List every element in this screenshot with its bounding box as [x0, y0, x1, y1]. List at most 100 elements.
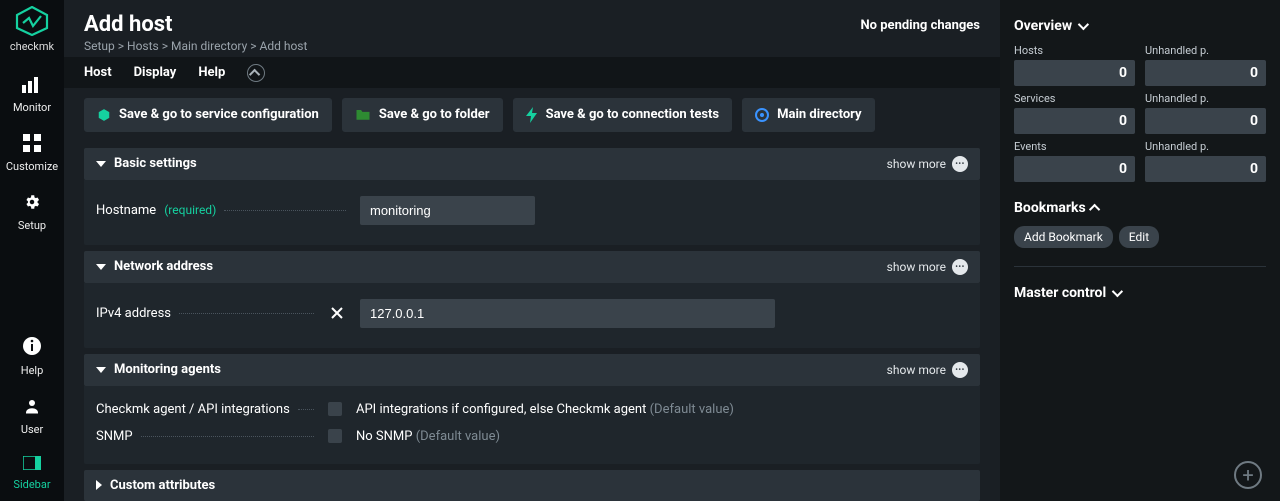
breadcrumb: Setup > Hosts > Main directory > Add hos… — [84, 39, 307, 53]
section-agents-head[interactable]: Monitoring agents show more — [84, 354, 980, 386]
agent-label: Checkmk agent / API integrations — [96, 402, 290, 417]
hostname-label: Hostname — [96, 203, 156, 218]
more-icon — [952, 259, 968, 275]
ov-val-2[interactable]: 0 — [1014, 108, 1135, 134]
hostname-input[interactable] — [360, 196, 535, 225]
row-ipv4: IPv4 address — [96, 293, 968, 334]
bookmarks-title-label: Bookmarks — [1014, 200, 1086, 216]
section-network-head[interactable]: Network address show more — [84, 251, 980, 283]
section-agents-title: Monitoring agents — [114, 362, 221, 377]
save-conn-button[interactable]: Save & go to connection tests — [513, 98, 733, 132]
main-area: Add host Setup > Hosts > Main directory … — [64, 0, 1000, 501]
section-custom-head[interactable]: Custom attributes — [84, 470, 980, 501]
nav-monitor-label: Monitor — [13, 101, 51, 114]
save-folder-button[interactable]: Save & go to folder — [342, 98, 503, 132]
more-icon — [952, 362, 968, 378]
nav-setup[interactable]: Setup — [0, 183, 64, 242]
ov-val-3[interactable]: 0 — [1145, 108, 1266, 134]
content: Basic settings show more Hostname (requi… — [64, 142, 1000, 501]
ov-label-3: Unhandled p. — [1145, 92, 1266, 105]
chevron-down-icon — [96, 161, 106, 167]
chevron-down-icon — [1078, 19, 1089, 30]
menu-help[interactable]: Help — [198, 65, 225, 80]
show-more-network[interactable]: show more — [887, 259, 968, 275]
snmp-label: SNMP — [96, 429, 133, 444]
chevron-up-icon — [1089, 204, 1100, 215]
bookmarks-block: Bookmarks Add Bookmark Edit — [1014, 200, 1266, 248]
show-more-agents[interactable]: show more — [887, 362, 968, 378]
nav-customize-label: Customize — [6, 160, 58, 173]
section-basic-head[interactable]: Basic settings show more — [84, 148, 980, 180]
nav-sidebar-label: Sidebar — [13, 478, 50, 491]
section-custom: Custom attributes — [84, 470, 980, 501]
lightning-icon — [526, 107, 538, 123]
overview-title-label: Overview — [1014, 18, 1072, 34]
nav-help[interactable]: Help — [0, 326, 64, 387]
snmp-checkbox[interactable] — [328, 429, 342, 443]
ipv4-label: IPv4 address — [96, 306, 171, 321]
show-more-network-label: show more — [887, 260, 946, 274]
gear-icon — [23, 193, 41, 215]
page-title: Add host — [84, 12, 307, 37]
row-agent: Checkmk agent / API integrations API int… — [96, 396, 968, 423]
ipv4-input[interactable] — [360, 299, 775, 328]
show-more-basic[interactable]: show more — [887, 156, 968, 172]
side-panel: Overview Hosts0 Unhandled p.0 Services0 … — [1000, 0, 1280, 501]
page-header: Add host Setup > Hosts > Main directory … — [64, 0, 1000, 57]
add-snapin-button[interactable]: + — [1234, 461, 1262, 489]
crumb-1[interactable]: Hosts — [127, 39, 159, 53]
main-directory-button[interactable]: Main directory — [742, 98, 874, 132]
section-network-title: Network address — [114, 259, 213, 274]
bookmarks-title[interactable]: Bookmarks — [1014, 200, 1266, 216]
edit-bookmark-button[interactable]: Edit — [1119, 226, 1159, 248]
nav-help-label: Help — [21, 364, 44, 377]
collapse-icon[interactable] — [247, 64, 265, 82]
chevron-down-icon — [96, 264, 106, 270]
save-folder-label: Save & go to folder — [379, 107, 490, 122]
master-control-label: Master control — [1014, 285, 1106, 301]
menu-host[interactable]: Host — [84, 65, 112, 80]
agent-default: (Default value) — [650, 402, 734, 417]
target-icon — [755, 108, 769, 122]
crumb-0[interactable]: Setup — [84, 39, 115, 53]
info-icon — [22, 336, 42, 360]
ov-val-5[interactable]: 0 — [1145, 156, 1266, 182]
add-bookmark-button[interactable]: Add Bookmark — [1014, 226, 1113, 248]
master-control-title[interactable]: Master control — [1014, 285, 1266, 301]
clear-ipv4-button[interactable] — [328, 304, 346, 322]
ov-label-2: Services — [1014, 92, 1135, 105]
ov-val-4[interactable]: 0 — [1014, 156, 1135, 182]
nav-user-label: User — [21, 423, 43, 436]
show-more-basic-label: show more — [887, 157, 946, 171]
hostname-required: (required) — [164, 203, 216, 217]
chevron-down-icon — [96, 367, 106, 373]
section-network: Network address show more IPv4 address — [84, 251, 980, 348]
logo[interactable] — [15, 6, 49, 40]
section-basic: Basic settings show more Hostname (requi… — [84, 148, 980, 245]
agent-value: API integrations if configured, else Che… — [356, 402, 646, 417]
menubar: Host Display Help — [64, 57, 1000, 88]
chevron-down-icon — [1112, 286, 1123, 297]
brand-text: checkmk — [10, 40, 54, 53]
chevron-right-icon — [96, 480, 102, 490]
ov-label-5: Unhandled p. — [1145, 140, 1266, 153]
nav-user[interactable]: User — [0, 387, 64, 446]
snmp-default: (Default value) — [416, 429, 500, 444]
save-service-button[interactable]: Save & go to service configuration — [84, 98, 332, 132]
agent-checkbox[interactable] — [328, 402, 342, 416]
user-icon — [23, 397, 41, 419]
sidebar-icon — [23, 456, 41, 474]
save-service-label: Save & go to service configuration — [119, 107, 319, 122]
ov-val-0[interactable]: 0 — [1014, 60, 1135, 86]
crumb-2[interactable]: Main directory — [171, 39, 247, 53]
overview-title[interactable]: Overview — [1014, 18, 1266, 34]
show-more-agents-label: show more — [887, 363, 946, 377]
overview-grid: Hosts0 Unhandled p.0 Services0 Unhandled… — [1014, 44, 1266, 182]
section-custom-title: Custom attributes — [110, 478, 215, 493]
ov-val-1[interactable]: 0 — [1145, 60, 1266, 86]
nav-customize[interactable]: Customize — [0, 124, 64, 183]
menu-display[interactable]: Display — [134, 65, 177, 80]
nav-sidebar[interactable]: Sidebar — [0, 446, 64, 501]
pending-changes[interactable]: No pending changes — [861, 18, 981, 33]
nav-monitor[interactable]: Monitor — [0, 67, 64, 124]
